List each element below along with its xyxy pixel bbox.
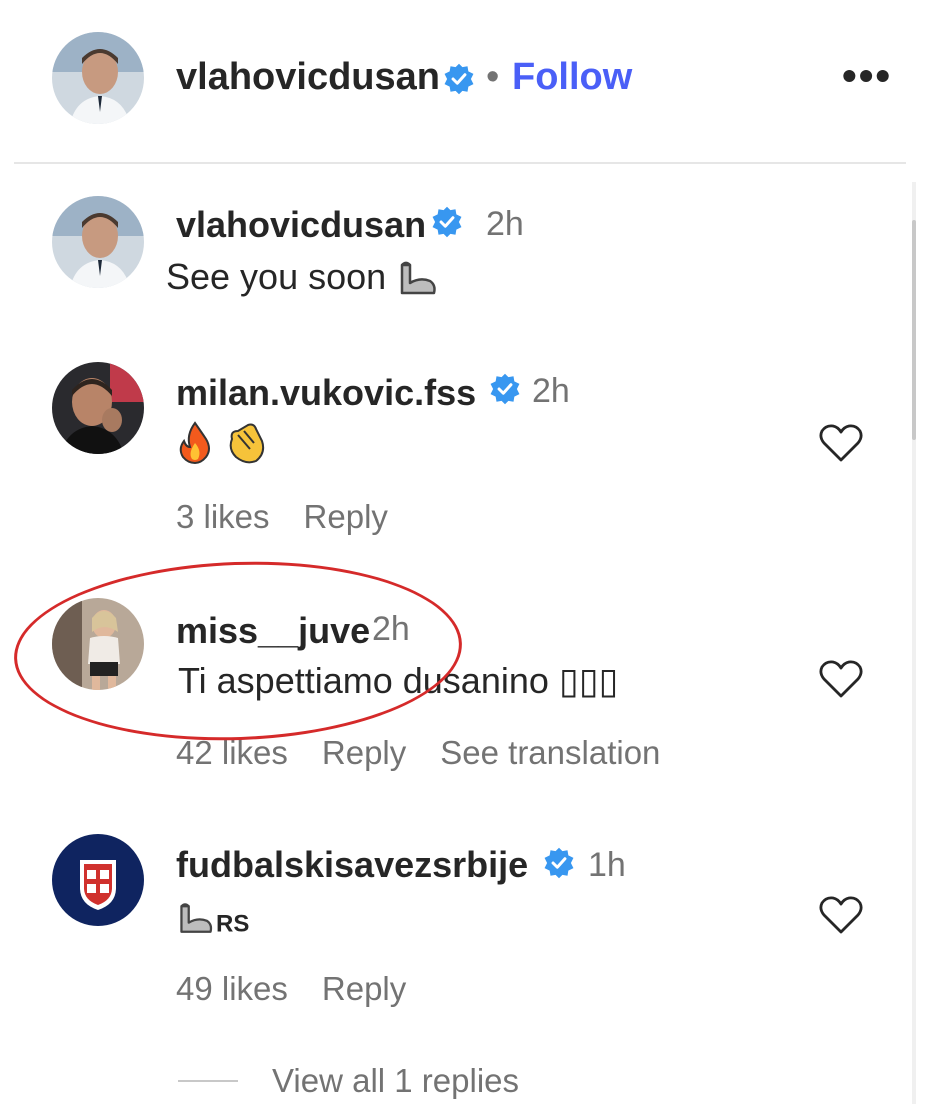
comment-actions: 42 likes Reply See translation [176,734,694,772]
author-avatar[interactable] [52,32,144,124]
caption-time: 2h [486,205,524,243]
flexed-biceps-icon [400,262,436,295]
comment-username[interactable]: milan.vukovic.fss [176,372,476,414]
comment-time: 2h [532,372,570,410]
clapping-hands-icon [229,423,265,464]
verified-badge-icon [432,206,462,238]
heart-icon[interactable] [818,658,864,700]
scrollbar-thumb[interactable] [912,220,916,440]
flexed-biceps-icon [180,903,213,934]
replies-divider-line [178,1080,238,1082]
caption-username[interactable]: vlahovicdusan [176,204,426,246]
more-options-icon[interactable]: ••• [842,52,892,100]
fire-icon [179,421,210,465]
comment-actions: 49 likes Reply [176,970,440,1008]
comment-text-content: RS [216,910,250,938]
comment-actions: 3 likes Reply [176,498,422,536]
likes-count[interactable]: 49 likes [176,970,288,1007]
author-username[interactable]: vlahovicdusan [176,56,440,99]
avatar[interactable] [52,362,144,454]
highlight-annotation-ellipse [11,554,465,748]
post-header: vlahovicdusan • Follow ••• [0,0,930,160]
caption-text-content: See you soon [166,256,387,297]
caption-text: See you soon [166,256,440,299]
verified-badge-icon [544,847,574,879]
likes-count[interactable]: 3 likes [176,498,270,535]
verified-badge-icon [490,373,520,405]
header-divider [14,162,906,164]
see-translation-button[interactable]: See translation [440,734,660,771]
reply-button[interactable]: Reply [322,734,406,771]
separator-dot: • [486,56,500,98]
view-replies-button[interactable]: View all 1 replies [272,1062,519,1100]
comment-text [176,420,266,465]
reply-button[interactable]: Reply [304,498,388,535]
comment-username[interactable]: fudbalskisavezsrbije [176,844,528,886]
avatar[interactable] [52,196,144,288]
reply-button[interactable]: Reply [322,970,406,1007]
comment-text: RS [176,896,249,938]
comment-time: 1h [588,846,626,884]
avatar[interactable] [52,834,144,926]
verified-badge-icon [444,63,474,95]
heart-icon[interactable] [818,422,864,464]
heart-icon[interactable] [818,894,864,936]
follow-button[interactable]: Follow [512,56,632,99]
